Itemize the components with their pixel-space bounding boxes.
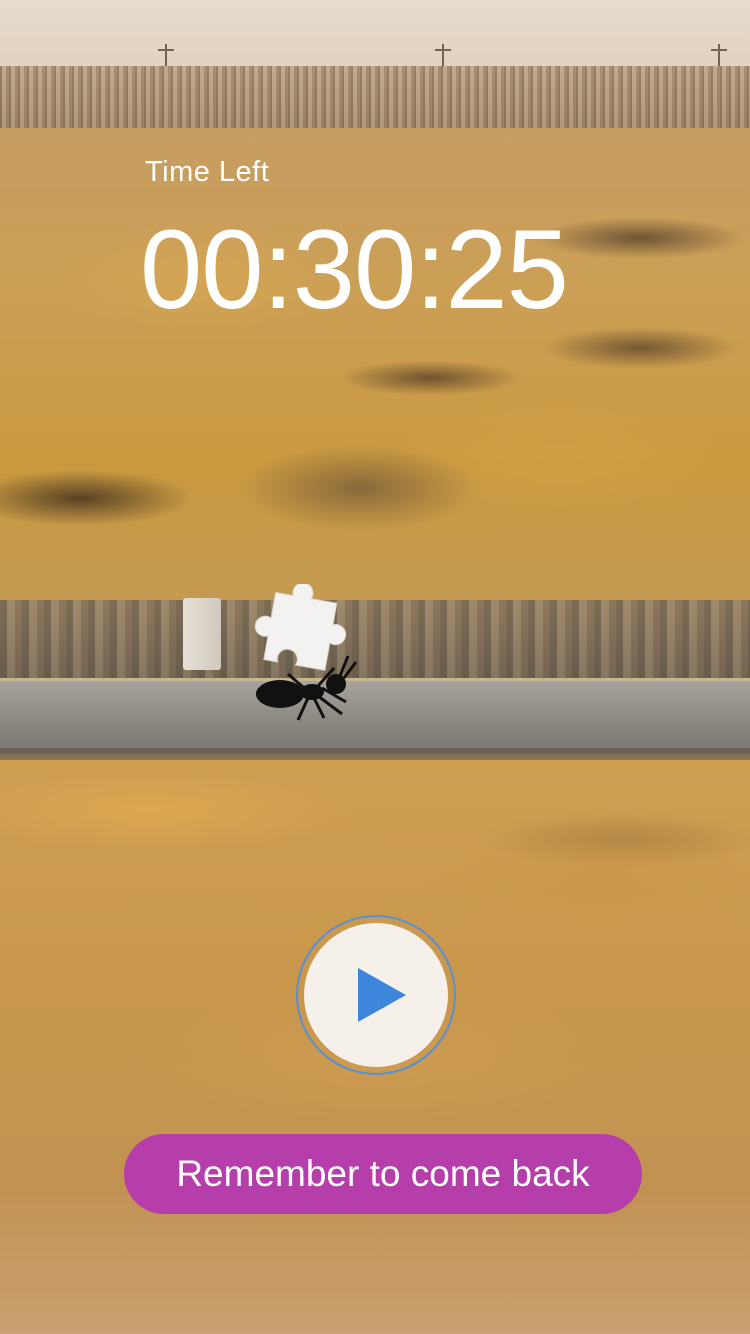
background-road bbox=[0, 678, 750, 753]
time-left-label: Time Left bbox=[145, 156, 270, 188]
ant-puzzle-icon bbox=[254, 584, 358, 721]
play-icon bbox=[358, 968, 406, 1022]
background-treeline bbox=[0, 66, 750, 130]
play-button-face bbox=[304, 923, 448, 1067]
roadside-post bbox=[183, 598, 221, 670]
countdown-timer: 00:30:25 bbox=[140, 207, 569, 332]
background-field bbox=[0, 128, 750, 608]
play-button[interactable] bbox=[296, 915, 456, 1075]
remember-to-come-back-button[interactable]: Remember to come back bbox=[124, 1134, 642, 1214]
background-rock-band bbox=[0, 600, 750, 682]
